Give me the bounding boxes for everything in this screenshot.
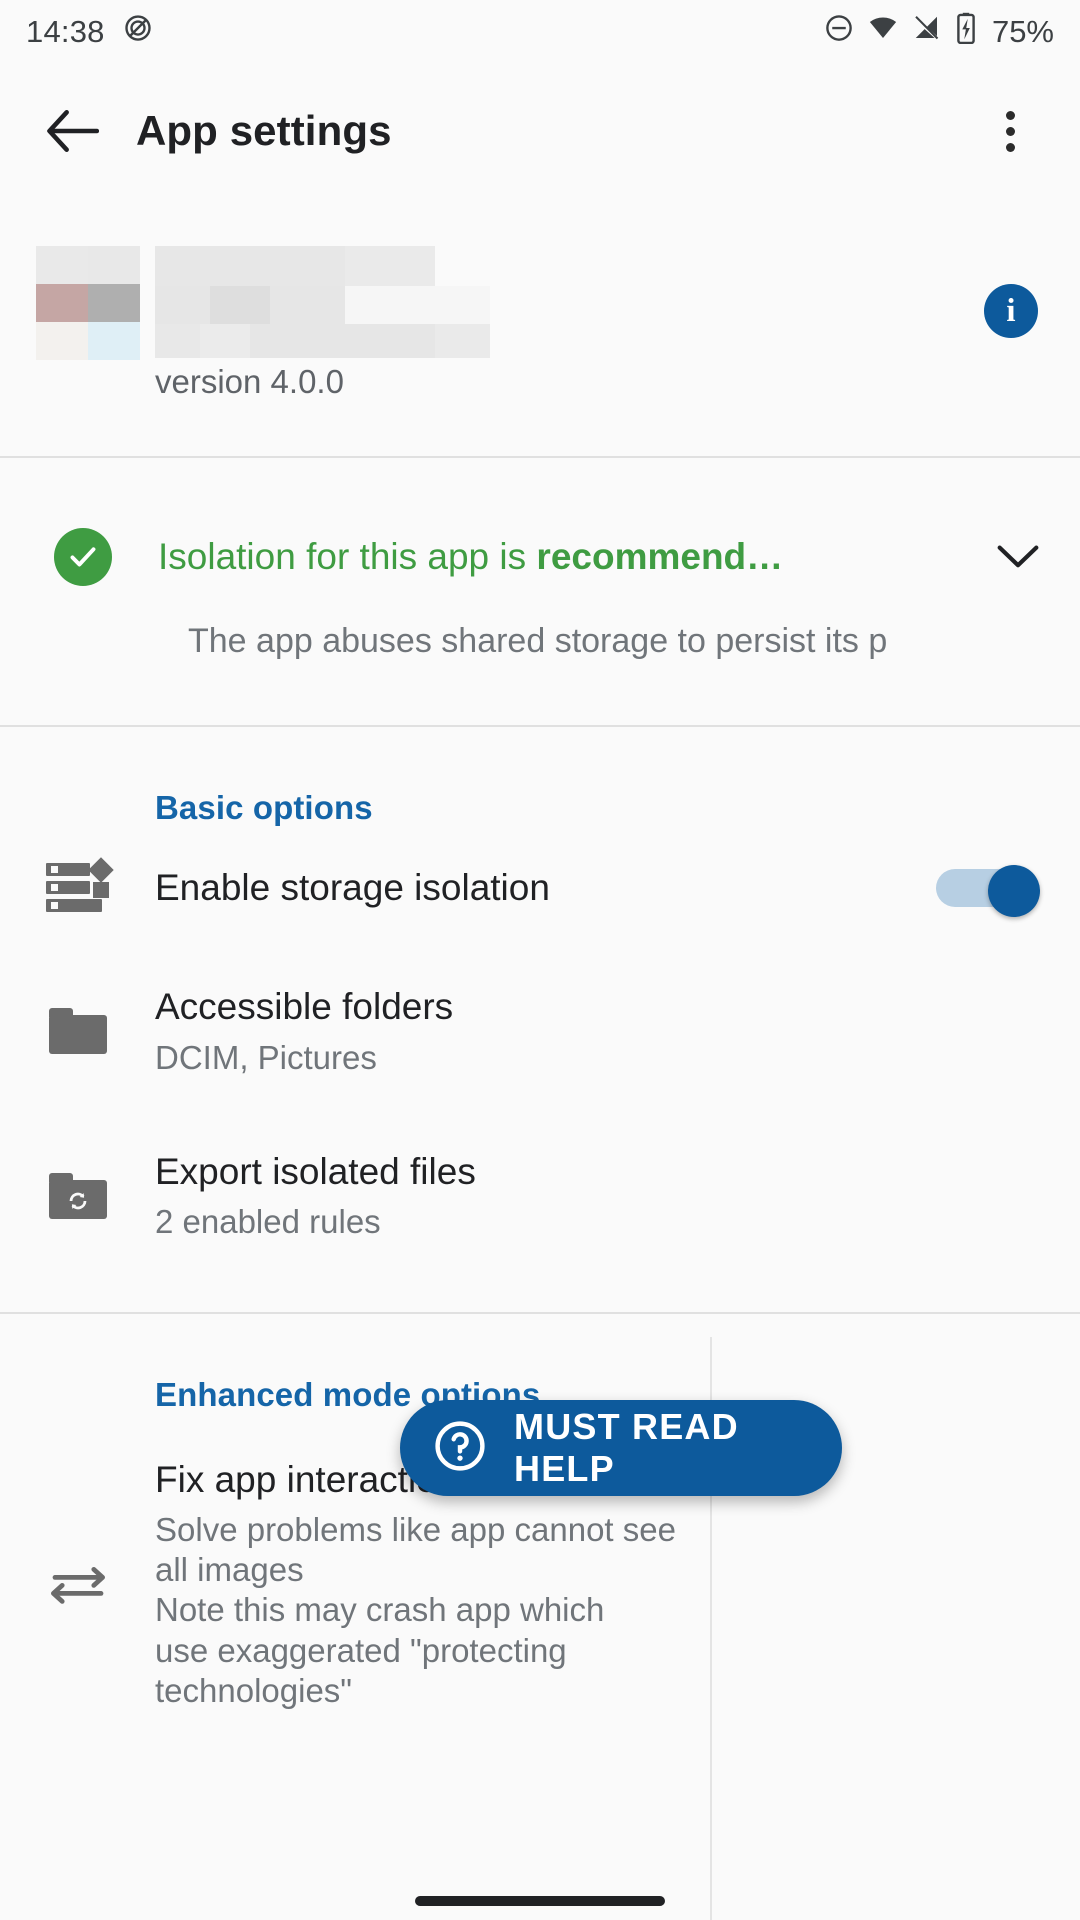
folder-icon [0, 1008, 155, 1055]
overflow-dot [1005, 142, 1015, 152]
row-title: Accessible folders [155, 986, 454, 1027]
row-text: Export isolated files 2 enabled rules [155, 1150, 1046, 1243]
back-button[interactable] [30, 89, 114, 173]
app-bar: App settings [0, 64, 1080, 198]
overflow-dot [1005, 110, 1015, 120]
check-circle-icon [54, 528, 112, 586]
help-circle-icon [432, 1418, 488, 1479]
app-icon-block [88, 284, 140, 322]
isolation-status-card[interactable]: Isolation for this app is recommend… The… [0, 458, 1080, 725]
status-bar: 14:38 75% [0, 0, 1080, 64]
folder-sync-icon [0, 1172, 155, 1219]
row-text: Enable storage isolation [155, 866, 936, 910]
page-title: App settings [136, 107, 392, 154]
status-bar-right: 75% [824, 12, 1054, 52]
must-read-help-fab[interactable]: MUST READ HELP [400, 1400, 842, 1496]
app-icon-block [36, 284, 88, 322]
app-icon-block [36, 246, 88, 284]
overflow-menu-button[interactable] [974, 89, 1046, 173]
app-identity-header: version 4.0.0 i [0, 198, 1080, 456]
info-badge-letter: i [1006, 292, 1016, 329]
row-text: Accessible folders DCIM, Pictures [155, 985, 1046, 1078]
toggle-thumb [988, 865, 1040, 917]
row-export-isolated-files[interactable]: Export isolated files 2 enabled rules [0, 1114, 1080, 1279]
status-time: 14:38 [26, 14, 105, 49]
row-title: Export isolated files [155, 1150, 476, 1192]
row-subtitle: Solve problems like app cannot see all i… [155, 1510, 676, 1709]
cellular-off-icon [912, 13, 942, 51]
do-not-disturb-icon [824, 13, 854, 51]
row-text: Fix app interaction issues Solve problem… [155, 1458, 1046, 1711]
app-icon-redacted [36, 246, 140, 360]
isolation-title-normal: Isolation for this app is [158, 536, 537, 577]
isolation-status-subtitle: The app abuses shared storage to persist… [188, 622, 888, 660]
app-name-redacted [155, 246, 490, 358]
isolation-title-bold: recommend… [536, 536, 784, 577]
section-header-basic-options: Basic options [155, 789, 373, 826]
wifi-icon [867, 13, 899, 51]
storage-isolation-icon [0, 857, 155, 913]
overflow-dot [1005, 126, 1015, 136]
home-gesture-pill[interactable] [415, 1896, 665, 1906]
isolation-status-row: Isolation for this app is recommend… [34, 528, 1046, 586]
app-icon-block [88, 322, 140, 360]
app-version: version 4.0.0 [155, 363, 344, 400]
battery-charging-icon [955, 12, 977, 52]
row-subtitle: DCIM, Pictures [155, 1038, 377, 1076]
chevron-down-icon[interactable] [990, 529, 1046, 585]
status-bar-left: 14:38 [26, 13, 153, 51]
isolation-status-title: Isolation for this app is recommend… [158, 536, 783, 578]
battery-percent: 75% [991, 14, 1054, 49]
row-accessible-folders[interactable]: Accessible folders DCIM, Pictures [0, 949, 1080, 1114]
app-icon-block [88, 246, 140, 284]
screenshot-icon [123, 13, 153, 51]
row-subtitle: 2 enabled rules [155, 1203, 381, 1241]
app-icon-block [36, 322, 88, 360]
fab-label: MUST READ HELP [514, 1406, 739, 1489]
info-icon[interactable]: i [984, 284, 1038, 338]
swap-arrows-icon [0, 1563, 155, 1607]
row-enable-storage-isolation[interactable]: Enable storage isolation [0, 827, 1080, 949]
storage-isolation-toggle[interactable] [936, 865, 1040, 917]
row-title: Enable storage isolation [155, 867, 550, 909]
